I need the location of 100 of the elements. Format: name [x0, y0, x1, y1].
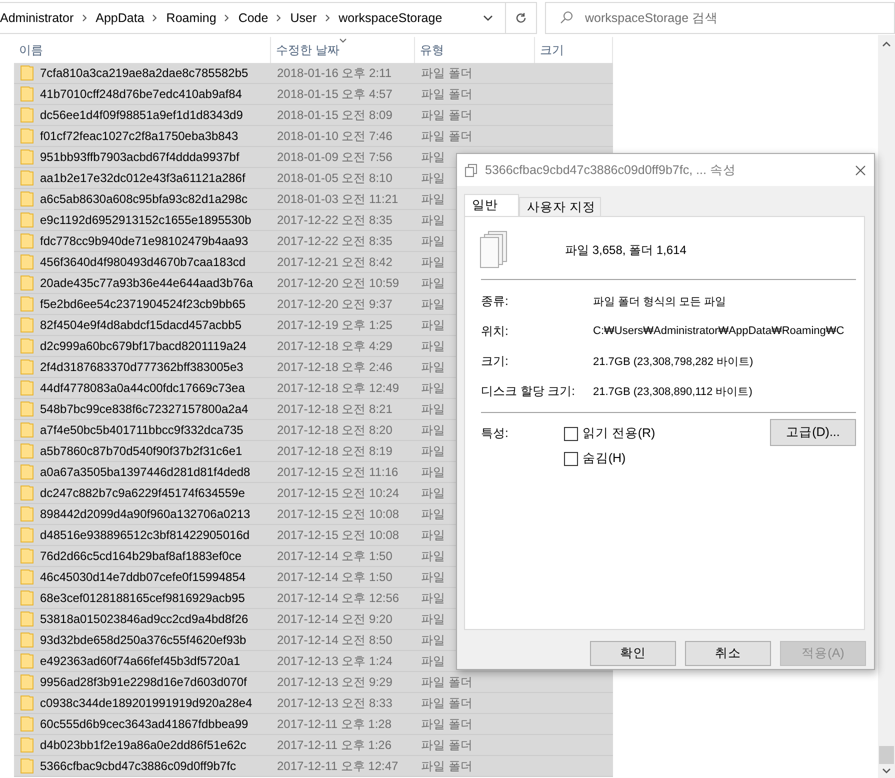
folder-icon	[20, 443, 34, 459]
file-name: 44df4778083a0a44c00fdc17669c73ea	[40, 381, 245, 395]
address-bar[interactable]: Administrator AppData Roaming Code User workspaceStorage	[0, 2, 537, 34]
dialog-button[interactable]: 확인	[590, 641, 676, 666]
folder-icon	[20, 758, 34, 774]
refresh-icon	[515, 12, 527, 24]
modified-date: 2018-01-15 오후 4:57	[276, 86, 394, 102]
dialog-button[interactable]: 취소	[685, 641, 771, 666]
scroll-up-icon[interactable]	[882, 41, 891, 47]
file-name: 20ade435c77a93b36e44e644aad3b76a	[40, 276, 253, 290]
file-name: dc56ee1d4f09f98851a9ef1d1d8343d9	[40, 108, 243, 122]
folder-icon	[20, 170, 34, 186]
file-type: 파일	[420, 170, 445, 186]
folder-icon	[20, 191, 34, 207]
file-type: 파일	[420, 274, 445, 292]
file-type: 파일 폴더	[420, 736, 472, 754]
folder-icon	[20, 275, 34, 291]
file-type: 파일	[420, 190, 445, 208]
dropdown-icon[interactable]	[483, 14, 493, 20]
modified-date: 2018-01-10 오전 7:46	[276, 128, 394, 144]
file-row[interactable]: 7cfa810a3ca219ae8a2dae8c785582b5 2018-01-16 오후 2:11 파일 폴더	[14, 63, 613, 84]
folder-icon	[20, 149, 34, 165]
file-type: 파일	[420, 380, 445, 396]
file-row[interactable]: c0938c344de189201991919d920a28e4 2017-12-13 오전 8:33 파일 폴더	[14, 693, 613, 714]
modified-date: 2017-12-20 오전 10:59	[276, 274, 400, 292]
scroll-down-icon[interactable]	[882, 768, 891, 774]
file-row[interactable]: dc56ee1d4f09f98851a9ef1d1d8343d9 2018-01-15 오전 8:09 파일 폴더	[14, 105, 613, 126]
folder-icon	[20, 695, 34, 711]
file-type: 파일	[420, 442, 445, 460]
tab[interactable]: 일반	[464, 194, 519, 216]
folder-icon	[20, 653, 34, 669]
file-name: f5e2bd6ee54c2371904524f23cb9bb65	[40, 297, 246, 311]
folder-icon	[20, 674, 34, 690]
file-name: aa1b2e17e32dc012e43f3a61121a286f	[40, 171, 246, 185]
folder-icon	[20, 65, 34, 81]
folder-icon	[20, 485, 34, 501]
modified-date: 2018-01-09 오전 7:56	[276, 148, 394, 166]
documents-icon	[479, 231, 509, 269]
file-name: a6c5ab8630a608c95bfa93c82d1a298c	[40, 192, 248, 206]
checkbox[interactable]	[564, 452, 578, 466]
checkbox[interactable]	[564, 426, 578, 440]
file-row[interactable]: 9956ad28f3b91e2298d16e7d603d070f 2017-12-13 오전 9:29 파일 폴더	[14, 672, 613, 693]
breadcrumb-item[interactable]: AppData	[96, 10, 144, 24]
file-row[interactable]: f01cf72feac1027c2f8a1750eba3b843 2018-01-10 오전 7:46 파일 폴더	[14, 126, 613, 147]
property-label: 디스크 할당 크기:	[481, 382, 576, 400]
folder-icon	[20, 737, 34, 753]
file-row[interactable]: 41b7010cff248d76be7edc410ab9af84 2018-01-15 오후 4:57 파일 폴더	[14, 84, 613, 105]
advanced-button[interactable]: 고급(D)...	[770, 419, 856, 446]
file-name: e492363ad60f74a66fef45b3df5720a1	[40, 654, 240, 668]
scrollbar[interactable]	[878, 35, 895, 778]
folder-icon	[20, 212, 34, 228]
property-label: 종류:	[481, 292, 510, 310]
file-type: 파일	[420, 148, 445, 166]
file-type: 파일	[420, 254, 445, 270]
file-type: 파일	[420, 548, 445, 564]
file-name: 456f3640d4f980493d4670b7caa183cd	[40, 255, 246, 269]
file-name: 68e3cef0128188165cef9816929acb95	[40, 591, 245, 605]
breadcrumb-item[interactable]: Administrator	[0, 10, 74, 24]
chevron-icon	[152, 14, 158, 22]
search-field[interactable]: workspaceStorage 검색	[545, 2, 895, 34]
file-name: d2c999a60bc679bf17bacd8201119a24	[40, 339, 246, 353]
folder-icon	[20, 401, 34, 417]
file-name: a5b7860c87b70d540f90f37b2f31c6e1	[40, 444, 242, 458]
file-type: 파일 폴더	[420, 716, 472, 732]
folder-icon	[20, 527, 34, 543]
modified-date: 2017-12-14 오전 9:20	[276, 610, 394, 628]
file-type: 파일	[420, 568, 445, 586]
tab[interactable]: 사용자 지정	[519, 197, 602, 216]
documents-icon	[465, 164, 477, 176]
chevron-icon	[324, 14, 331, 22]
file-type: 파일	[420, 590, 445, 606]
file-name: 951bb93ffb7903acbd67f4ddda9937bf	[40, 150, 240, 164]
file-row[interactable]: 60c555d6b9cec3643ad41867fdbbea99 2017-12-11 오후 1:28 파일 폴더	[14, 714, 613, 735]
modified-date: 2017-12-18 오전 8:19	[276, 442, 394, 460]
breadcrumb-item[interactable]: Roaming	[166, 10, 216, 24]
folder-icon	[20, 86, 34, 102]
modified-date: 2017-12-14 오전 8:50	[276, 632, 394, 648]
scroll-thumb[interactable]	[879, 746, 894, 764]
file-type: 파일	[420, 296, 445, 312]
file-name: 82f4504e9f4d8abdcf15dacd457acbb5	[40, 318, 242, 332]
file-type: 파일	[420, 400, 445, 418]
file-type: 파일 폴더	[420, 128, 472, 144]
modified-date: 2017-12-15 오전 10:08	[276, 506, 400, 522]
file-type: 파일 폴더	[420, 106, 472, 124]
folder-icon	[20, 254, 34, 270]
file-name: 9956ad28f3b91e2298d16e7d603d070f	[40, 675, 247, 689]
file-type: 파일	[420, 484, 445, 502]
modified-date: 2017-12-11 오후 1:28	[276, 716, 393, 732]
file-row[interactable]: d4b023bb1f2e19a86a0e2dd86f51e62c 2017-12-11 오후 1:26 파일 폴더	[14, 735, 613, 756]
breadcrumb-item[interactable]: workspaceStorage	[338, 10, 442, 24]
close-icon[interactable]	[855, 164, 866, 176]
file-type: 파일 폴더	[420, 64, 472, 82]
file-row[interactable]: 5366cfbac9cbd47c3886c09d0ff9b7fc 2017-12-11 오후 12:47 파일 폴더	[14, 756, 613, 777]
file-type: 파일 폴더	[420, 674, 472, 690]
modified-date: 2018-01-15 오전 8:09	[276, 106, 394, 124]
breadcrumb-item[interactable]: User	[290, 10, 317, 24]
breadcrumb-item[interactable]: Code	[238, 10, 268, 24]
modified-date: 2018-01-05 오전 8:10	[276, 170, 394, 186]
file-name: 53818a015023846ad9cc2cd9a4bd8f26	[40, 612, 248, 626]
modified-date: 2017-12-14 오후 12:56	[276, 590, 400, 606]
